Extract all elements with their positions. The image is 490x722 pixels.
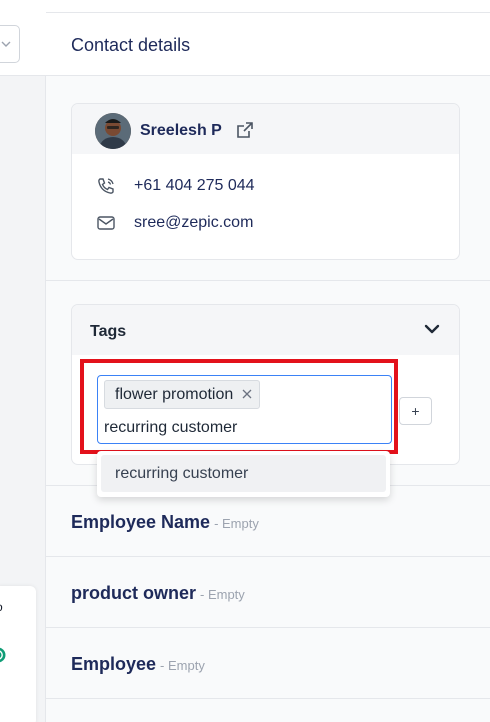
- contact-card: Sreelesh P +61 404 275 044 sree@zepic.co…: [71, 103, 460, 260]
- phone-icon: [98, 178, 114, 194]
- close-icon[interactable]: [241, 388, 253, 400]
- avatar: [95, 113, 131, 149]
- tag-suggestion-option[interactable]: recurring customer: [101, 455, 386, 492]
- field-label-text: Employee Name: [71, 512, 211, 532]
- chevron-down-icon: [1, 41, 11, 47]
- mail-icon: [97, 216, 115, 230]
- whatsapp-icon: [0, 647, 6, 663]
- contact-name-row: Sreelesh P: [72, 104, 459, 154]
- panel-header: Contact details: [46, 13, 490, 76]
- field-label-text: Employee: [71, 654, 157, 674]
- field-label: Employee Name - Empty: [71, 512, 259, 533]
- field-row-employee[interactable]: Employee - Empty: [46, 627, 490, 697]
- tag-chip: flower promotion: [104, 380, 261, 409]
- left-conversation-card[interactable]: o: [0, 586, 36, 722]
- chevron-down-icon[interactable]: [423, 322, 441, 336]
- collapse-button[interactable]: [0, 25, 20, 63]
- field-label: product owner - Empty: [71, 583, 245, 604]
- tags-title: Tags: [90, 323, 127, 340]
- contact-phone[interactable]: +61 404 275 044: [134, 177, 255, 195]
- left-fragment-text: o: [0, 600, 3, 614]
- add-tag-button[interactable]: +: [399, 397, 432, 425]
- field-empty-value: - Empty: [214, 516, 259, 531]
- contact-email[interactable]: sree@zepic.com: [134, 214, 253, 232]
- field-empty-value: - Empty: [160, 658, 205, 673]
- app-root: o Contact details: [0, 0, 490, 722]
- external-link-icon[interactable]: [235, 120, 255, 140]
- field-label: Employee - Empty: [71, 654, 205, 675]
- field-row-next: [46, 698, 490, 722]
- panel-title: Contact details: [71, 35, 191, 55]
- tags-input[interactable]: flower promotion recurring customer: [97, 375, 392, 444]
- field-empty-value: - Empty: [200, 587, 245, 602]
- field-label-text: product owner: [71, 583, 196, 603]
- section-divider: [46, 280, 490, 281]
- left-sidebar: o: [0, 0, 46, 722]
- tags-suggestion-dropdown: recurring customer: [97, 451, 390, 497]
- tag-chip-label: flower promotion: [115, 386, 234, 403]
- contact-name: Sreelesh P: [140, 122, 222, 139]
- tags-input-text[interactable]: recurring customer: [104, 419, 237, 437]
- left-top-band: [0, 0, 46, 76]
- field-row-product-owner[interactable]: product owner - Empty: [46, 556, 490, 626]
- tags-header[interactable]: Tags: [72, 305, 459, 355]
